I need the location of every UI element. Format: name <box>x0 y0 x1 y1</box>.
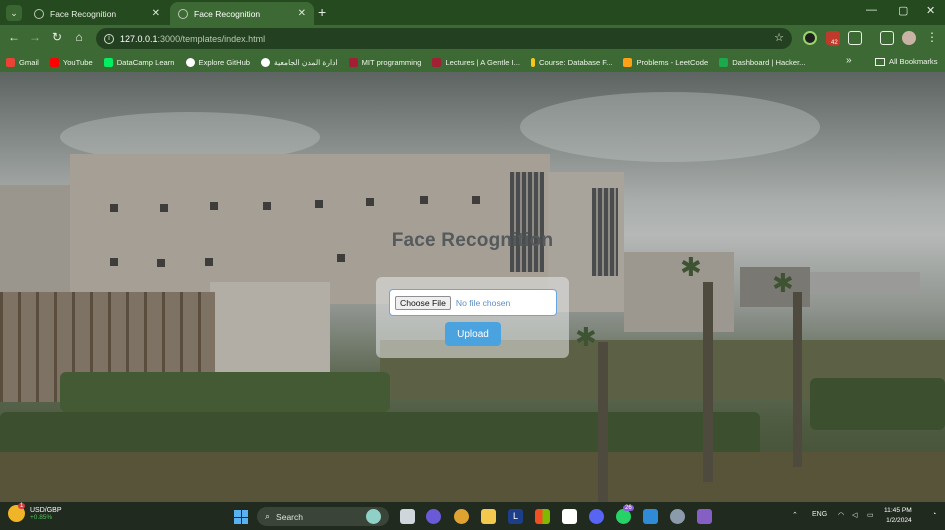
course-icon <box>530 57 535 67</box>
bookmark-star-icon[interactable]: ☆ <box>774 31 784 44</box>
battery-icon[interactable]: ▭ <box>867 511 874 519</box>
folder-icon <box>875 57 885 66</box>
widget-change: +0.85% <box>30 513 53 521</box>
more-bookmarks-icon[interactable]: » <box>846 55 852 66</box>
chat-app-icon[interactable] <box>426 509 441 524</box>
hackerrank-icon <box>719 57 729 67</box>
language-indicator[interactable]: ENG <box>812 511 827 518</box>
search-placeholder: Search <box>276 511 303 522</box>
choose-file-button[interactable]: Choose File <box>395 295 451 310</box>
widgets-button[interactable]: 1 USD/GBP +0.85% <box>8 503 62 522</box>
address-bar[interactable]: i 127.0.0.1 :3000/templates/index.html ☆ <box>96 28 792 49</box>
all-bookmarks[interactable]: All Bookmarks <box>875 57 938 66</box>
datacamp-icon <box>103 57 113 67</box>
file-explorer-icon[interactable] <box>481 509 496 524</box>
side-panel-icon[interactable] <box>880 31 894 45</box>
tab-face-recognition-2[interactable]: Face Recognition ✕ <box>170 2 314 25</box>
windows-start-icon[interactable] <box>234 510 248 524</box>
close-tab-icon[interactable]: ✕ <box>152 8 160 19</box>
bookmark-university-housing[interactable]: ادارة المدن الجامعية <box>261 57 338 67</box>
bookmark-leetcode[interactable]: Problems - LeetCode <box>623 57 708 67</box>
page-viewport: ✱ ✱ ✱ Face Recognition Choose File No fi… <box>0 72 945 502</box>
close-tab-icon[interactable]: ✕ <box>298 8 306 19</box>
lively-app-icon[interactable]: L <box>508 509 523 524</box>
mit-icon <box>348 57 358 67</box>
back-icon[interactable]: ← <box>6 30 22 44</box>
tab-title: Face Recognition <box>50 8 117 19</box>
tab-search-icon[interactable]: ⌄ <box>6 5 22 21</box>
whatsapp-icon[interactable] <box>616 509 631 524</box>
gmail-icon <box>6 57 15 67</box>
volume-icon[interactable]: ◁ <box>852 511 857 519</box>
bookmark-lectures[interactable]: Lectures | A Gentle I... <box>432 57 520 67</box>
page-title: Face Recognition <box>391 230 554 251</box>
bookmark-youtube[interactable]: YouTube <box>49 57 93 67</box>
upload-button[interactable]: Upload <box>445 322 501 346</box>
settings-gear-icon[interactable] <box>670 509 685 524</box>
search-icon: ⌕ <box>265 511 271 521</box>
mit-icon <box>432 57 442 67</box>
bookmarks-bar: Gmail YouTube DataCamp Learn Explore Git… <box>0 52 945 72</box>
forward-icon[interactable]: → <box>27 30 43 44</box>
extension-icon[interactable] <box>803 31 817 45</box>
browser-toolbar: ← → ↻ ⌂ i 127.0.0.1 :3000/templates/inde… <box>0 25 945 52</box>
close-icon[interactable]: ✕ <box>926 4 935 17</box>
widget-title: USD/GBP <box>30 506 62 514</box>
tab-face-recognition-1[interactable]: Face Recognition ✕ <box>26 2 168 25</box>
microsoft-store-icon[interactable] <box>535 509 550 524</box>
leetcode-icon <box>623 57 633 67</box>
globe-icon <box>178 8 188 19</box>
url-host: 127.0.0.1 <box>120 33 158 44</box>
tab-title: Face Recognition <box>194 8 261 19</box>
minimize-icon[interactable]: — <box>866 4 877 16</box>
clock-date: 1/2/2024 <box>886 517 912 524</box>
vscode-icon[interactable] <box>643 509 658 524</box>
notification-bell-icon[interactable]: ◔ <box>932 511 936 518</box>
browser-window: ⌄ Face Recognition ✕ Face Recognition ✕ … <box>0 0 945 502</box>
bookmark-hackerrank[interactable]: Dashboard | Hacker... <box>719 57 806 67</box>
youtube-icon <box>49 57 59 67</box>
wifi-icon[interactable]: ◠ <box>838 511 844 519</box>
maximize-icon[interactable]: ▢ <box>898 4 908 17</box>
url-path: :3000/templates/index.html <box>157 33 266 44</box>
notion-icon[interactable] <box>562 509 577 524</box>
more-menu-icon[interactable]: ⋮ <box>924 30 940 44</box>
home-icon[interactable]: ⌂ <box>71 30 87 44</box>
taskbar: 1 USD/GBP +0.85% ⌕ Search L 26 ⌃ ENG ◠ ◁… <box>0 502 945 530</box>
tab-strip: ⌄ Face Recognition ✕ Face Recognition ✕ … <box>0 0 945 25</box>
upload-form: Choose File No file chosen Upload <box>376 277 569 358</box>
bookmark-gmail[interactable]: Gmail <box>6 57 39 67</box>
widgets-badge: 1 <box>18 503 26 509</box>
bookmark-datacamp[interactable]: DataCamp Learn <box>103 57 175 67</box>
extension-badge: 42 <box>829 40 840 46</box>
chrome-icon[interactable] <box>454 509 469 524</box>
alien-search-icon <box>366 509 381 524</box>
avatar[interactable] <box>902 31 916 45</box>
system-clock[interactable]: 11:45 PM 1/2/2024 <box>884 506 912 526</box>
globe-icon <box>34 8 44 19</box>
task-view-icon[interactable] <box>400 509 415 524</box>
globe-icon <box>261 57 271 67</box>
bookmark-course-database[interactable]: Course: Database F... <box>530 57 612 67</box>
site-info-icon[interactable]: i <box>104 33 114 44</box>
github-icon <box>185 57 195 67</box>
reload-icon[interactable]: ↻ <box>49 30 65 44</box>
bookmark-mit-programming[interactable]: MIT programming <box>348 57 421 67</box>
whatsapp-badge: 26 <box>623 505 634 511</box>
sun-icon: 1 <box>8 503 26 522</box>
discord-icon[interactable] <box>589 509 604 524</box>
visual-studio-icon[interactable] <box>697 509 712 524</box>
extensions-puzzle-icon[interactable] <box>848 31 862 45</box>
bookmark-github[interactable]: Explore GitHub <box>185 57 250 67</box>
clock-time: 11:45 PM <box>884 507 912 514</box>
file-status-text: No file chosen <box>455 297 511 308</box>
chevron-up-icon[interactable]: ⌃ <box>792 511 798 519</box>
plus-icon[interactable]: + <box>318 4 326 20</box>
file-input[interactable]: Choose File No file chosen <box>389 289 557 316</box>
